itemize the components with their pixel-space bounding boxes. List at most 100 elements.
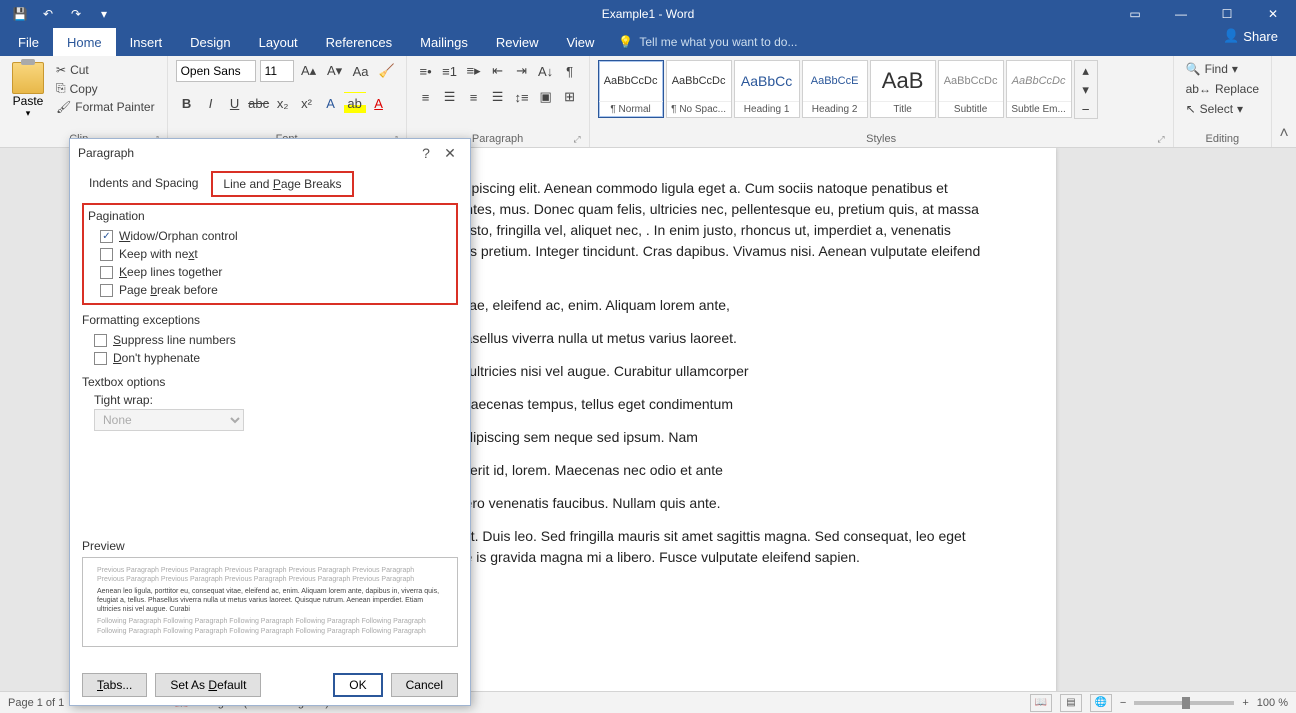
dialog-close-button[interactable]: ✕ bbox=[438, 145, 462, 162]
zoom-slider[interactable] bbox=[1134, 701, 1234, 705]
tab-line-page-breaks[interactable]: Line and Page Breaks bbox=[211, 171, 353, 197]
cancel-button[interactable]: Cancel bbox=[391, 673, 458, 697]
redo-button[interactable]: ↷ bbox=[64, 2, 88, 26]
text-effects-button[interactable]: A bbox=[320, 92, 342, 114]
tabs-button[interactable]: Tabs... bbox=[82, 673, 147, 697]
maximize-button[interactable]: ☐ bbox=[1204, 0, 1250, 28]
increase-indent-button[interactable]: ⇥ bbox=[511, 60, 533, 82]
formatting-exceptions-section: Formatting exceptions Suppress line numb… bbox=[82, 313, 458, 367]
page-break-before-checkbox[interactable]: Page break before bbox=[88, 281, 452, 299]
select-button[interactable]: ↖Select ▾ bbox=[1182, 100, 1263, 118]
zoom-out-button[interactable]: − bbox=[1120, 697, 1126, 709]
tell-me-search[interactable]: 💡 Tell me what you want to do... bbox=[618, 28, 797, 56]
style-heading-1[interactable]: AaBbCcHeading 1 bbox=[734, 60, 800, 118]
replace-button[interactable]: ab↔Replace bbox=[1182, 80, 1263, 98]
customize-qat-button[interactable]: ▾ bbox=[92, 2, 116, 26]
styles-scroll-up[interactable]: ▴ bbox=[1075, 61, 1097, 80]
subscript-button[interactable]: x₂ bbox=[272, 92, 294, 114]
bullets-button[interactable]: ≡• bbox=[415, 60, 437, 82]
dialog-titlebar[interactable]: Paragraph ? ✕ bbox=[70, 139, 470, 167]
style-heading-2[interactable]: AaBbCcEHeading 2 bbox=[802, 60, 868, 118]
tab-view[interactable]: View bbox=[552, 28, 608, 56]
highlight-button[interactable]: ab bbox=[344, 92, 366, 114]
web-layout-button[interactable]: 🌐 bbox=[1090, 694, 1112, 712]
styles-more[interactable]: ⎯ bbox=[1075, 99, 1097, 118]
show-marks-button[interactable]: ¶ bbox=[559, 60, 581, 82]
style-subtle-emphasis[interactable]: AaBbCcDcSubtle Em... bbox=[1006, 60, 1072, 118]
borders-button[interactable]: ⊞ bbox=[559, 86, 581, 108]
suppress-line-numbers-checkbox[interactable]: Suppress line numbers bbox=[82, 331, 458, 349]
sort-button[interactable]: A↓ bbox=[535, 60, 557, 82]
tab-review[interactable]: Review bbox=[482, 28, 553, 56]
widow-orphan-checkbox[interactable]: ✓Widow/Orphan control bbox=[88, 227, 452, 245]
collapse-ribbon-button[interactable]: ˄ bbox=[1279, 125, 1288, 143]
format-painter-button[interactable]: 🖌Format Painter bbox=[52, 99, 159, 115]
style-normal[interactable]: AaBbCcDc¶ Normal bbox=[598, 60, 664, 118]
underline-button[interactable]: U bbox=[224, 92, 246, 114]
zoom-in-button[interactable]: + bbox=[1242, 697, 1248, 709]
styles-scroll-down[interactable]: ▾ bbox=[1075, 80, 1097, 99]
align-right-button[interactable]: ≡ bbox=[463, 86, 485, 108]
align-left-button[interactable]: ≡ bbox=[415, 86, 437, 108]
shading-button[interactable]: ▣ bbox=[535, 86, 557, 108]
zoom-level[interactable]: 100 % bbox=[1257, 697, 1288, 709]
tab-insert[interactable]: Insert bbox=[116, 28, 177, 56]
cut-button[interactable]: ✂Cut bbox=[52, 62, 159, 78]
tab-references[interactable]: References bbox=[312, 28, 406, 56]
group-paragraph: ≡• ≡1 ≡▸ ⇤ ⇥ A↓ ¶ ≡ ☰ ≡ ☰ ↕≡ ▣ ⊞ bbox=[407, 56, 590, 147]
strikethrough-button[interactable]: abc bbox=[248, 92, 270, 114]
justify-button[interactable]: ☰ bbox=[487, 86, 509, 108]
shrink-font-button[interactable]: A▾ bbox=[324, 60, 346, 82]
dont-hyphenate-checkbox[interactable]: Don't hyphenate bbox=[82, 349, 458, 367]
save-button[interactable]: 💾 bbox=[8, 2, 32, 26]
brush-icon: 🖌 bbox=[56, 100, 71, 114]
minimize-button[interactable]: — bbox=[1158, 0, 1204, 28]
paragraph-launcher[interactable]: ⤢ bbox=[573, 134, 580, 145]
line-spacing-button[interactable]: ↕≡ bbox=[511, 86, 533, 108]
multilevel-button[interactable]: ≡▸ bbox=[463, 60, 485, 82]
print-layout-button[interactable]: ▤ bbox=[1060, 694, 1082, 712]
paste-label: Paste bbox=[13, 94, 44, 108]
zoom-thumb[interactable] bbox=[1182, 697, 1190, 709]
page-indicator[interactable]: Page 1 of 1 bbox=[8, 697, 64, 709]
set-default-button[interactable]: Set As Default bbox=[155, 673, 261, 697]
align-center-button[interactable]: ☰ bbox=[439, 86, 461, 108]
tab-indents-spacing[interactable]: Indents and Spacing bbox=[78, 171, 209, 197]
superscript-button[interactable]: x² bbox=[296, 92, 318, 114]
font-color-button[interactable]: A bbox=[368, 92, 390, 114]
styles-launcher[interactable]: ⤢ bbox=[1157, 134, 1164, 145]
paste-button[interactable]: Paste ▾ bbox=[8, 60, 48, 121]
change-case-button[interactable]: Aa bbox=[350, 60, 372, 82]
ribbon-options-button[interactable]: ▭ bbox=[1112, 0, 1158, 28]
tab-file[interactable]: File bbox=[4, 28, 53, 56]
group-editing-label: Editing bbox=[1182, 131, 1263, 147]
style-no-spacing[interactable]: AaBbCcDc¶ No Spac... bbox=[666, 60, 732, 118]
share-button[interactable]: 👤 Share bbox=[1213, 28, 1288, 44]
tab-design[interactable]: Design bbox=[176, 28, 244, 56]
style-title[interactable]: AaBTitle bbox=[870, 60, 936, 118]
keep-with-next-checkbox[interactable]: Keep with next bbox=[88, 245, 452, 263]
tab-home[interactable]: Home bbox=[53, 28, 116, 56]
keep-lines-together-checkbox[interactable]: Keep lines together bbox=[88, 263, 452, 281]
textbox-options-section: Textbox options Tight wrap: None bbox=[82, 375, 458, 431]
grow-font-button[interactable]: A▴ bbox=[298, 60, 320, 82]
ok-button[interactable]: OK bbox=[333, 673, 382, 697]
checkbox-icon: ✓ bbox=[100, 230, 113, 243]
font-size-combo[interactable] bbox=[260, 60, 294, 82]
close-button[interactable]: ✕ bbox=[1250, 0, 1296, 28]
tab-layout[interactable]: Layout bbox=[245, 28, 312, 56]
numbering-button[interactable]: ≡1 bbox=[439, 60, 461, 82]
undo-button[interactable]: ↶ bbox=[36, 2, 60, 26]
copy-button[interactable]: ⎘Copy bbox=[52, 80, 159, 97]
decrease-indent-button[interactable]: ⇤ bbox=[487, 60, 509, 82]
styles-gallery[interactable]: AaBbCcDc¶ Normal AaBbCcDc¶ No Spac... Aa… bbox=[598, 60, 1098, 119]
clear-formatting-button[interactable]: 🧹 bbox=[376, 60, 398, 82]
dialog-help-button[interactable]: ? bbox=[414, 145, 438, 161]
tab-mailings[interactable]: Mailings bbox=[406, 28, 482, 56]
bold-button[interactable]: B bbox=[176, 92, 198, 114]
style-subtitle[interactable]: AaBbCcDcSubtitle bbox=[938, 60, 1004, 118]
font-name-combo[interactable] bbox=[176, 60, 256, 82]
find-button[interactable]: 🔍Find ▾ bbox=[1182, 60, 1263, 78]
read-mode-button[interactable]: 📖 bbox=[1030, 694, 1052, 712]
italic-button[interactable]: I bbox=[200, 92, 222, 114]
